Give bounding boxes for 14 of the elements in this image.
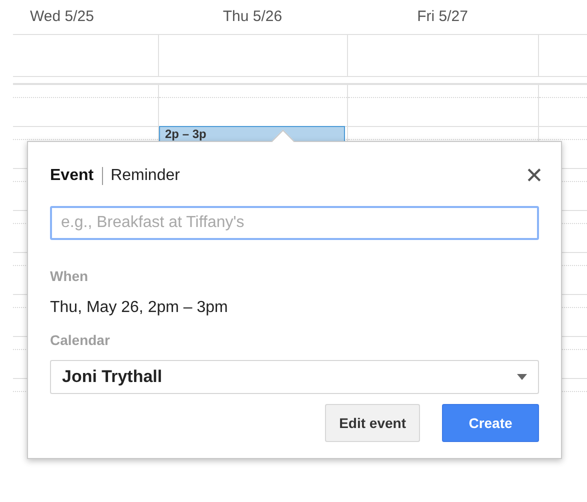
day-header: Fri 5/27 [417, 6, 468, 27]
field-label: When [50, 267, 88, 286]
title-field[interactable]: e.g., Breakfast at Tiffany's [50, 206, 539, 240]
popup-tab[interactable]: Event [50, 164, 94, 188]
field-label: Calendar [50, 331, 110, 350]
calendar-select[interactable]: Joni Trythall [50, 360, 539, 394]
day-header: Wed 5/25 [30, 6, 94, 27]
edit-event-button[interactable]: Edit event [325, 404, 420, 442]
day-header: Thu 5/26 [222, 6, 282, 27]
create-button[interactable]: Create [442, 404, 539, 442]
when-value: Thu, May 26, 2pm – 3pm [50, 298, 228, 318]
popup-tab[interactable]: Reminder [110, 164, 180, 188]
dropdown-caret-icon [517, 374, 527, 380]
close-button[interactable]: ✕ [525, 165, 543, 187]
